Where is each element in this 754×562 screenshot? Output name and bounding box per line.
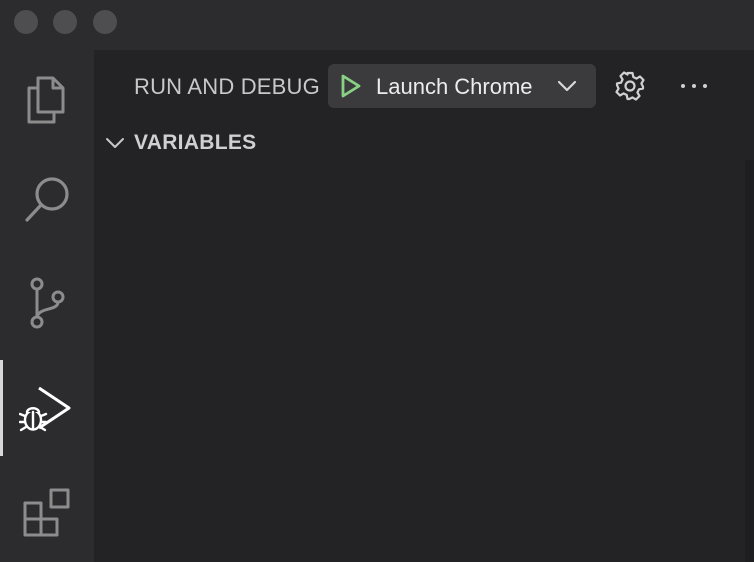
variables-section-header[interactable]: VARIABLES [94,124,734,162]
source-control-icon [30,277,65,329]
chevron-down-icon[interactable] [556,75,578,97]
editor-edge [745,160,754,562]
search-icon [25,177,69,222]
close-window-button[interactable] [14,10,38,34]
ellipsis-icon [681,84,707,88]
activity-item-search[interactable] [0,150,94,250]
open-launch-json-button[interactable] [613,69,647,103]
run-debug-sidebar: RUN AND DEBUG Launch Chrome VARIABLES [94,50,754,562]
files-icon [27,76,65,124]
activity-item-explorer[interactable] [0,50,94,150]
activity-item-run-and-debug[interactable] [0,360,94,460]
gear-icon [615,71,645,101]
more-actions-button[interactable] [677,69,711,103]
play-icon[interactable] [336,72,364,100]
zoom-window-button[interactable] [93,10,117,34]
title-bar [0,0,754,50]
view-title: RUN AND DEBUG [134,74,320,99]
run-debug-icon [19,386,71,432]
variables-section-title: VARIABLES [134,131,257,154]
chevron-down-icon [106,138,124,148]
minimize-window-button[interactable] [53,10,77,34]
activity-item-source-control[interactable] [0,253,94,353]
launch-configuration-select[interactable]: Launch Chrome [328,64,596,108]
vscode-window: RUN AND DEBUG Launch Chrome VARIABLES [0,0,754,562]
sidebar-header: RUN AND DEBUG Launch Chrome [94,50,754,124]
launch-configuration-label: Launch Chrome [376,74,533,99]
extensions-icon [23,488,70,537]
activity-item-extensions[interactable] [0,462,94,562]
activity-bar [0,50,94,562]
